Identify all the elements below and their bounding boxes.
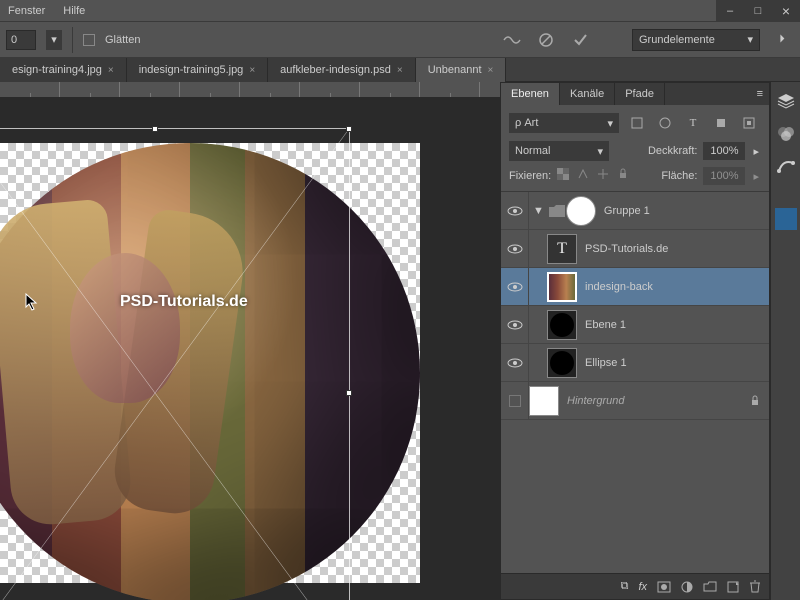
tab-pfade[interactable]: Pfade	[615, 83, 665, 105]
blend-mode-dropdown[interactable]: Normal▾	[509, 141, 609, 161]
link-layers-icon[interactable]: ⧉	[621, 580, 629, 593]
glatten-label: Glätten	[105, 34, 140, 46]
lock-pixels-icon[interactable]	[577, 168, 593, 184]
warp-icon[interactable]	[500, 28, 524, 52]
layer-name[interactable]: Hintergrund	[567, 395, 624, 407]
layer-thumb[interactable]	[547, 310, 577, 340]
close-icon[interactable]: ×	[249, 65, 255, 76]
visibility-toggle[interactable]	[501, 306, 529, 343]
layer-name[interactable]: PSD-Tutorials.de	[585, 243, 668, 255]
panel-tabs: Ebenen Kanäle Pfade ≡	[501, 83, 769, 105]
tab-ebenen[interactable]: Ebenen	[501, 83, 560, 105]
paths-dock-icon[interactable]	[775, 154, 797, 176]
layer-row[interactable]: Hintergrund	[501, 382, 769, 420]
lock-all-icon[interactable]	[617, 168, 633, 184]
visibility-toggle[interactable]	[501, 192, 529, 229]
ruler-horizontal	[0, 82, 500, 98]
layers-panel: Ebenen Kanäle Pfade ≡ ρ Art▾ T Normal▾	[500, 82, 770, 600]
close-button[interactable]: ×	[772, 0, 800, 22]
layer-row[interactable]: ▼ Gruppe 1	[501, 192, 769, 230]
layer-list: ▼ Gruppe 1 T PSD-Tutorials.de indesign-b…	[501, 192, 769, 573]
layer-row[interactable]: indesign-back	[501, 268, 769, 306]
filter-smart-icon[interactable]	[737, 111, 761, 135]
close-icon[interactable]: ×	[397, 65, 403, 76]
layer-thumb[interactable]	[529, 386, 559, 416]
glatten-checkbox[interactable]	[83, 34, 95, 46]
mask-thumb[interactable]	[566, 196, 596, 226]
opacity-label: Deckkraft:	[648, 145, 698, 157]
right-panels: Ebenen Kanäle Pfade ≡ ρ Art▾ T Normal▾	[500, 82, 800, 600]
channels-dock-icon[interactable]	[775, 122, 797, 144]
artwork: PSD-Tutorials.de	[0, 143, 420, 583]
tab-kanale[interactable]: Kanäle	[560, 83, 615, 105]
layer-kind-dropdown[interactable]: ρ Art▾	[509, 113, 619, 133]
cancel-icon[interactable]	[534, 28, 558, 52]
new-layer-icon[interactable]	[727, 581, 739, 593]
value-dropdown[interactable]: ▾	[46, 30, 62, 50]
window-controls: – □ ×	[716, 0, 800, 22]
fill-label: Fläche:	[661, 170, 697, 182]
panel-collapse-icon[interactable]: ⏵	[770, 28, 794, 52]
filter-text-icon[interactable]: T	[681, 111, 705, 135]
filter-adjust-icon[interactable]	[653, 111, 677, 135]
canvas[interactable]: PSD-Tutorials.de	[0, 98, 500, 600]
panel-menu-icon[interactable]: ≡	[751, 88, 769, 100]
expand-icon[interactable]: ▼	[529, 205, 548, 217]
folder-icon	[548, 204, 566, 218]
group-icon[interactable]	[703, 581, 717, 592]
visibility-toggle[interactable]	[501, 230, 529, 267]
handle-tc[interactable]	[152, 126, 158, 132]
lock-icon	[749, 395, 761, 407]
menu-fenster[interactable]: Fenster	[8, 5, 45, 17]
opacity-flyout-icon[interactable]: ▸	[751, 145, 761, 158]
visibility-toggle[interactable]	[501, 382, 529, 419]
close-icon[interactable]: ×	[488, 65, 494, 76]
filter-pixel-icon[interactable]	[625, 111, 649, 135]
fx-icon[interactable]: fx	[638, 581, 647, 593]
layer-name[interactable]: Gruppe 1	[604, 205, 650, 217]
artwork-text: PSD-Tutorials.de	[120, 293, 248, 311]
opacity-field[interactable]: 100%	[703, 142, 745, 160]
tab-doc-1[interactable]: esign-training4.jpg×	[0, 58, 127, 82]
preset-dropdown[interactable]: Grundelemente▾	[632, 29, 760, 51]
tab-doc-3[interactable]: aufkleber-indesign.psd×	[268, 58, 416, 82]
layers-dock-icon[interactable]	[775, 90, 797, 112]
trash-icon[interactable]	[749, 580, 761, 593]
fill-field[interactable]: 100%	[703, 167, 745, 185]
cursor-icon	[25, 293, 39, 311]
maximize-button[interactable]: □	[744, 0, 772, 22]
layer-thumb[interactable]	[547, 348, 577, 378]
layer-name[interactable]: Ellipse 1	[585, 357, 627, 369]
visibility-toggle[interactable]	[501, 344, 529, 381]
menu-hilfe[interactable]: Hilfe	[63, 5, 85, 17]
close-icon[interactable]: ×	[108, 65, 114, 76]
layer-thumb[interactable]	[547, 272, 577, 302]
commit-icon[interactable]	[568, 28, 592, 52]
panel-dock	[770, 82, 800, 600]
layer-row[interactable]: T PSD-Tutorials.de	[501, 230, 769, 268]
menubar: Fenster Hilfe	[0, 0, 800, 22]
workspace: PSD-Tutorials.de	[0, 82, 500, 600]
fix-label: Fixieren:	[509, 170, 551, 182]
minimize-button[interactable]: –	[716, 0, 744, 22]
layer-row[interactable]: Ellipse 1	[501, 344, 769, 382]
filter-shape-icon[interactable]	[709, 111, 733, 135]
layer-row[interactable]: Ebene 1	[501, 306, 769, 344]
handle-tr[interactable]	[346, 126, 352, 132]
layer-name[interactable]: indesign-back	[585, 281, 653, 293]
lock-trans-icon[interactable]	[557, 168, 573, 184]
layer-name[interactable]: Ebene 1	[585, 319, 626, 331]
visibility-toggle[interactable]	[501, 268, 529, 305]
tab-doc-2[interactable]: indesign-training5.jpg×	[127, 58, 268, 82]
mask-icon[interactable]	[657, 581, 671, 593]
text-layer-icon: T	[547, 234, 577, 264]
options-bar: 0 ▾ Glätten Grundelemente▾ ⏵	[0, 22, 800, 58]
swatches-dock-icon[interactable]	[775, 208, 797, 230]
lock-position-icon[interactable]	[597, 168, 613, 184]
document-tabs: esign-training4.jpg× indesign-training5.…	[0, 58, 800, 82]
value-field[interactable]: 0	[6, 30, 36, 50]
layers-panel-footer: ⧉ fx	[501, 573, 769, 599]
tab-doc-4[interactable]: Unbenannt×	[416, 58, 507, 82]
adjustment-icon[interactable]	[681, 581, 693, 593]
